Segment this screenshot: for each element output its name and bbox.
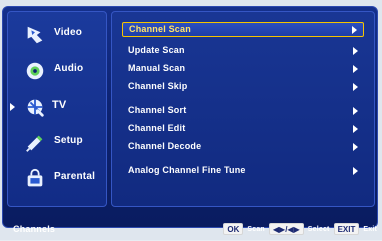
menu-item-label: Channel Skip xyxy=(128,81,188,91)
menu-item-label: Manual Scan xyxy=(128,63,186,73)
sidebar-item-label: Video xyxy=(54,27,83,38)
ok-key[interactable]: OK xyxy=(223,223,244,235)
chevron-right-icon xyxy=(353,125,358,133)
menu-item-label: Channel Decode xyxy=(128,141,202,151)
exit-key[interactable]: EXIT xyxy=(333,223,360,235)
ok-hint: Scan xyxy=(247,225,265,233)
sidebar-item-setup[interactable]: Setup xyxy=(16,130,104,156)
menu-item-channel-decode[interactable]: Channel Decode xyxy=(122,140,364,155)
chevron-right-icon xyxy=(353,107,358,115)
video-icon xyxy=(27,26,43,44)
menu-frame: Video Audio TV Setup Parental Channel Sc… xyxy=(2,6,378,235)
sidebar-item-label: Parental xyxy=(54,171,96,182)
exit-hint: Exit xyxy=(363,225,377,233)
chevron-right-icon xyxy=(353,83,358,91)
footer-hints: OK Scan ◀▶/◀▶ Select EXIT Exit xyxy=(223,223,377,235)
select-hint: Select xyxy=(307,225,330,233)
menu-item-label: Analog Channel Fine Tune xyxy=(128,165,246,175)
menu-item-label: Channel Edit xyxy=(128,123,186,133)
menu-item-channel-scan[interactable]: Channel Scan xyxy=(122,22,364,37)
sidebar: Video Audio TV Setup Parental xyxy=(7,11,107,207)
main-menu-panel: Channel Scan Update Scan Manual Scan Cha… xyxy=(111,11,375,207)
chevron-right-icon xyxy=(352,26,357,34)
parental-icon xyxy=(27,168,43,187)
chevron-right-icon xyxy=(353,167,358,175)
menu-item-label: Update Scan xyxy=(128,45,185,55)
sidebar-item-label: Setup xyxy=(54,135,83,146)
menu-item-label: Channel Sort xyxy=(128,105,187,115)
sidebar-item-parental[interactable]: Parental xyxy=(16,166,104,192)
chevron-right-icon xyxy=(353,143,358,151)
menu-item-label: Channel Scan xyxy=(129,24,191,34)
sidebar-item-tv[interactable]: TV xyxy=(10,94,104,120)
chevron-right-icon xyxy=(353,47,358,55)
select-key[interactable]: ◀▶/◀▶ xyxy=(268,223,304,235)
menu-item-channel-skip[interactable]: Channel Skip xyxy=(122,80,364,95)
menu-item-manual-scan[interactable]: Manual Scan xyxy=(122,62,364,77)
sidebar-item-video[interactable]: Video xyxy=(16,22,104,48)
tv-icon xyxy=(27,99,44,117)
menu-item-analog-channel-fine-tune[interactable]: Analog Channel Fine Tune xyxy=(122,164,364,179)
setup-icon xyxy=(26,135,43,152)
footer-title: Channels xyxy=(13,224,56,234)
menu-item-channel-sort[interactable]: Channel Sort xyxy=(122,104,364,119)
chevron-right-icon xyxy=(353,65,358,73)
sidebar-item-audio[interactable]: Audio xyxy=(16,58,104,84)
footer-bar: Channels OK Scan ◀▶/◀▶ Select EXIT Exit xyxy=(5,221,381,241)
menu-item-update-scan[interactable]: Update Scan xyxy=(122,44,364,59)
menu-item-channel-edit[interactable]: Channel Edit xyxy=(122,122,364,137)
selected-pointer-icon xyxy=(10,103,15,111)
sidebar-item-label: Audio xyxy=(54,63,84,74)
audio-icon xyxy=(26,62,44,80)
tv-osd-screen: Video Audio TV Setup Parental Channel Sc… xyxy=(0,0,382,240)
sidebar-item-label: TV xyxy=(52,99,67,111)
